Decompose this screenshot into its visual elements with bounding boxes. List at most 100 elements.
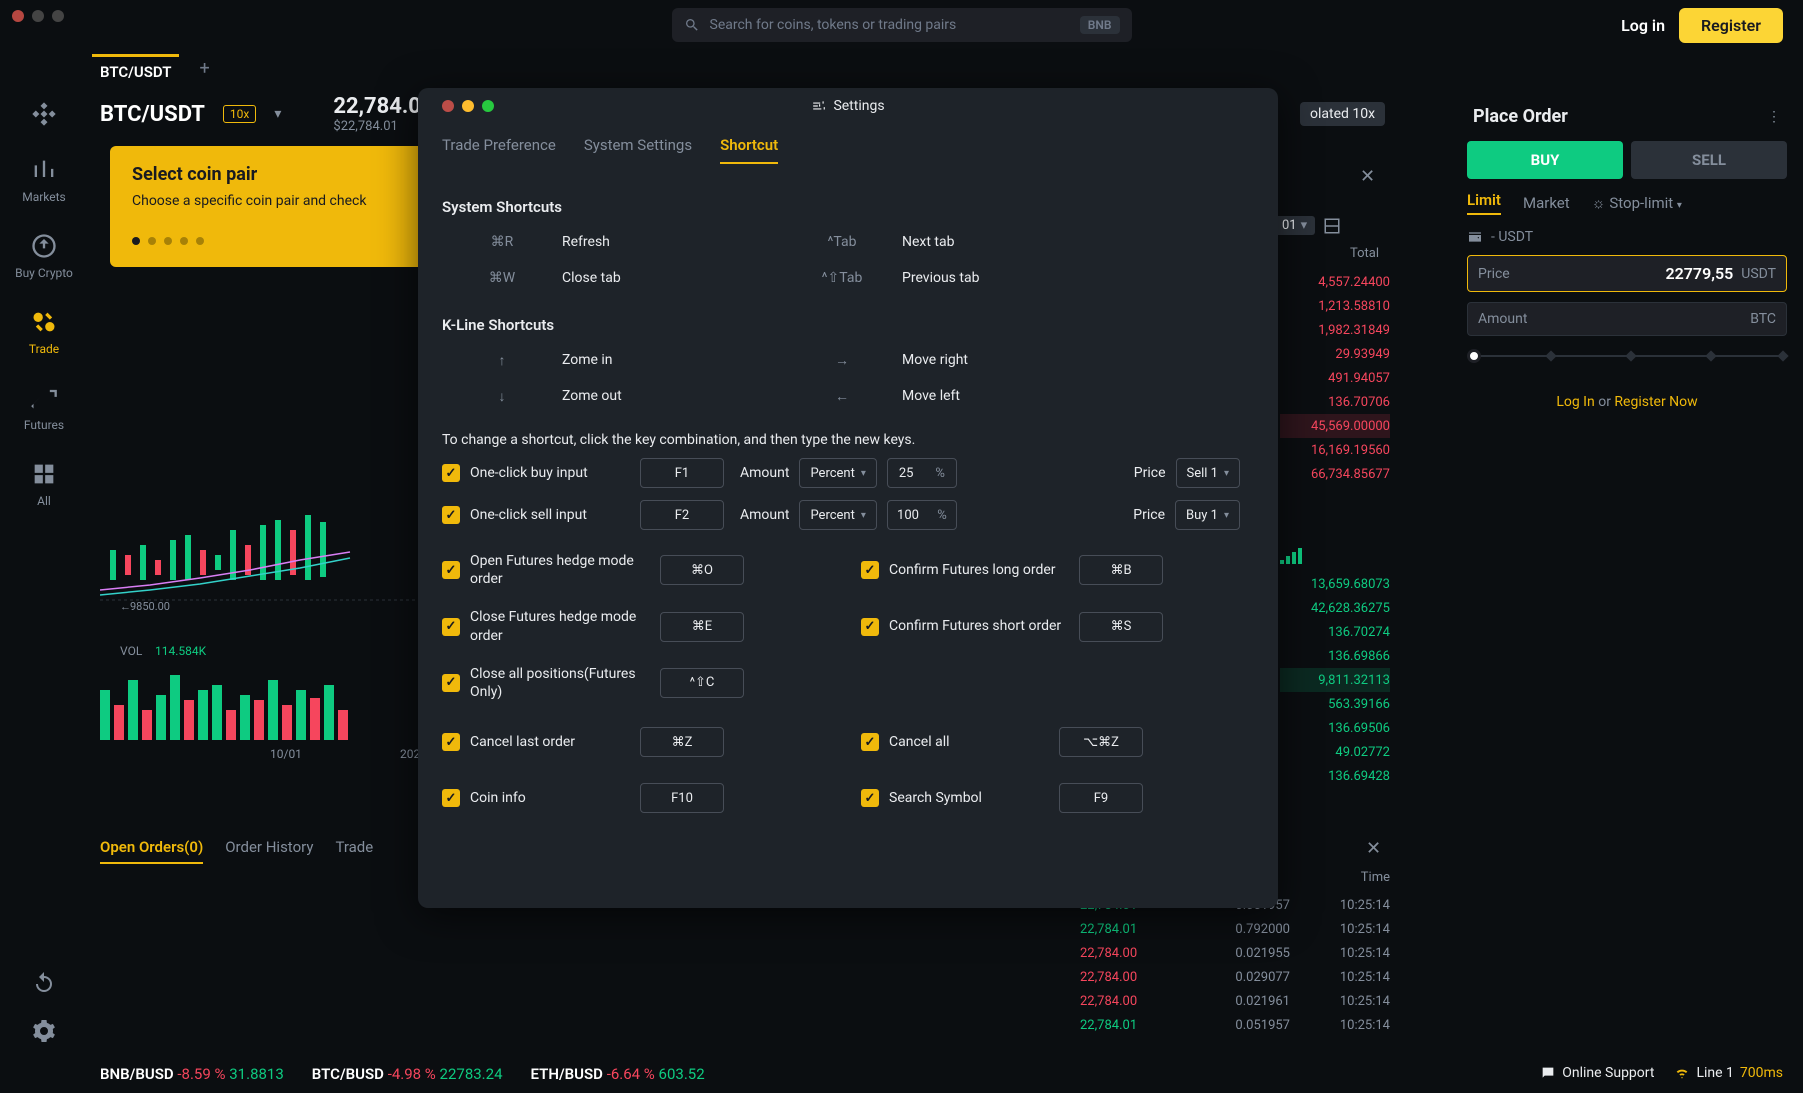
nav-trade[interactable]: Trade xyxy=(29,308,59,356)
undo-icon[interactable] xyxy=(32,971,56,995)
keybind-input[interactable]: F10 xyxy=(640,783,724,813)
modal-tab-preference[interactable]: Trade Preference xyxy=(442,136,556,164)
checkbox[interactable] xyxy=(442,618,460,636)
nav-markets[interactable]: Markets xyxy=(22,156,66,204)
book-precision-select[interactable]: 01▾ xyxy=(1274,216,1341,235)
more-icon[interactable]: ⋮ xyxy=(1767,109,1781,125)
tab-trade-history[interactable]: Trade xyxy=(335,838,373,864)
shortcut-row-confirm-long: Confirm Futures long order ⌘B xyxy=(861,552,1240,588)
tab-symbol[interactable]: BTC/USDT xyxy=(92,54,179,83)
trade-row: 22,784.00 0.021961 10:25:14 xyxy=(1080,989,1390,1013)
register-link-inline[interactable]: Register Now xyxy=(1614,394,1697,410)
shortcut-row-cancel-last: Cancel last order ⌘Z xyxy=(442,727,821,757)
checkbox[interactable] xyxy=(442,789,460,807)
modal-tab-system[interactable]: System Settings xyxy=(584,136,692,164)
ticker-item[interactable]: BNB/BUSD -8.59 % 31.8813 xyxy=(100,1065,284,1083)
checkbox[interactable] xyxy=(442,464,460,482)
nav-buy-crypto-label: Buy Crypto xyxy=(15,266,73,280)
online-support[interactable]: Online Support xyxy=(1540,1065,1654,1081)
ask-row: 4,557.24400 xyxy=(1280,270,1390,294)
order-type-stop[interactable]: ☼Stop-limit ▾ xyxy=(1592,194,1682,212)
keybind-input[interactable]: ^⇧C xyxy=(660,668,744,698)
keybind-input[interactable]: F9 xyxy=(1059,783,1143,813)
topbar-right: Log in Register xyxy=(1621,8,1783,43)
login-link-inline[interactable]: Log In xyxy=(1556,394,1594,410)
search-input[interactable]: Search for coins, tokens or trading pair… xyxy=(672,8,1132,42)
keybind-input[interactable]: ⌘Z xyxy=(640,727,724,757)
ticker-item[interactable]: ETH/BUSD -6.64 % 603.52 xyxy=(531,1065,705,1083)
modal-title: Settings xyxy=(811,98,884,114)
leverage-badge[interactable]: 10x xyxy=(223,105,256,123)
price-select[interactable]: Buy 1▾ xyxy=(1175,500,1240,530)
tab-add-icon[interactable]: + xyxy=(199,58,209,79)
panel-close-icon[interactable]: ✕ xyxy=(1360,166,1375,187)
gear-icon[interactable] xyxy=(32,1019,56,1043)
amount-slider[interactable] xyxy=(1467,346,1787,366)
ask-row: 45,569.00000 xyxy=(1280,414,1390,438)
margin-mode-badge[interactable]: olated 10x xyxy=(1300,102,1385,126)
nav-all[interactable]: All xyxy=(30,460,58,508)
wallet-icon xyxy=(1467,229,1483,245)
modal-min-dot[interactable] xyxy=(462,100,474,112)
ask-row: 1,982.31849 xyxy=(1280,318,1390,342)
shortcut-row-cancel-all: Cancel all ⌥⌘Z xyxy=(861,727,1240,757)
modal-tab-shortcut[interactable]: Shortcut xyxy=(720,136,778,164)
bid-row: 49.02772 xyxy=(1280,740,1390,764)
nav-buy-crypto[interactable]: Buy Crypto xyxy=(15,232,73,280)
bid-row: 563.39166 xyxy=(1280,692,1390,716)
keybind-input[interactable]: ⌘B xyxy=(1079,555,1163,585)
ask-row: 16,169.19560 xyxy=(1280,438,1390,462)
pair-header: BTC/USDT 10x ▾ 22,784.01 $22,784.01 24 xyxy=(100,94,466,134)
book-layout-icon[interactable] xyxy=(1323,217,1341,235)
amount-type-select[interactable]: Percent▾ xyxy=(799,458,876,488)
modal-close-dot[interactable] xyxy=(442,100,454,112)
checkbox[interactable] xyxy=(861,789,879,807)
price-field[interactable]: Price 22779,55 USDT xyxy=(1467,255,1787,292)
signal-icon xyxy=(1280,546,1310,566)
amount-field[interactable]: Amount BTC xyxy=(1467,302,1787,336)
sell-button[interactable]: SELL xyxy=(1631,141,1787,179)
price-select[interactable]: Sell 1▾ xyxy=(1176,458,1241,488)
keybind-input[interactable]: F1 xyxy=(640,458,724,488)
buy-button[interactable]: BUY xyxy=(1467,141,1623,179)
modal-tabs: Trade Preference System Settings Shortcu… xyxy=(442,136,1254,164)
keybind-input[interactable]: F2 xyxy=(640,500,724,530)
checkbox[interactable] xyxy=(861,733,879,751)
checkbox[interactable] xyxy=(861,561,879,579)
topbar: Search for coins, tokens or trading pair… xyxy=(0,0,1803,50)
tab-order-history[interactable]: Order History xyxy=(225,838,313,864)
keybind-input[interactable]: ⌘S xyxy=(1079,612,1163,642)
orders-close-icon[interactable]: ✕ xyxy=(1366,838,1381,859)
keybind-input[interactable]: ⌘O xyxy=(660,555,744,585)
trade-row: 22,784.00 0.029077 10:25:14 xyxy=(1080,965,1390,989)
bid-row: 136.69866 xyxy=(1280,644,1390,668)
keybind-input[interactable]: ⌘E xyxy=(660,612,744,642)
nav-logo[interactable] xyxy=(30,100,58,128)
all-icon xyxy=(30,460,58,488)
shortcut-row-close-hedge: Close Futures hedge mode order ⌘E xyxy=(442,608,821,644)
checkbox[interactable] xyxy=(442,733,460,751)
register-button[interactable]: Register xyxy=(1679,8,1783,43)
login-link[interactable]: Log in xyxy=(1621,16,1665,35)
checkbox[interactable] xyxy=(442,506,460,524)
modal-max-dot[interactable] xyxy=(482,100,494,112)
order-type-market[interactable]: Market xyxy=(1523,194,1570,212)
binance-logo-icon xyxy=(30,100,58,128)
nav-futures[interactable]: Futures xyxy=(24,384,64,432)
chevron-down-icon[interactable]: ▾ xyxy=(274,106,281,122)
checkbox[interactable] xyxy=(442,561,460,579)
tab-open-orders[interactable]: Open Orders(0) xyxy=(100,838,203,864)
order-type-limit[interactable]: Limit xyxy=(1467,191,1501,215)
checkbox[interactable] xyxy=(442,674,460,692)
orderbook-bids: 13,659.68073 42,628.36275 136.70274 136.… xyxy=(1280,572,1390,788)
ask-row: 491.94057 xyxy=(1280,366,1390,390)
markets-icon xyxy=(30,156,58,184)
amount-value-input[interactable]: 100% xyxy=(887,500,957,530)
shortcut-row-close-all: Close all positions(Futures Only) ^⇧C xyxy=(442,665,821,701)
amount-value-input[interactable]: 25% xyxy=(887,458,957,488)
footer-right: Online Support Line 1 700ms xyxy=(1540,1065,1783,1081)
checkbox[interactable] xyxy=(861,618,879,636)
keybind-input[interactable]: ⌥⌘Z xyxy=(1059,727,1143,757)
ticker-item[interactable]: BTC/BUSD -4.98 % 22783.24 xyxy=(312,1065,503,1083)
amount-type-select[interactable]: Percent▾ xyxy=(799,500,876,530)
